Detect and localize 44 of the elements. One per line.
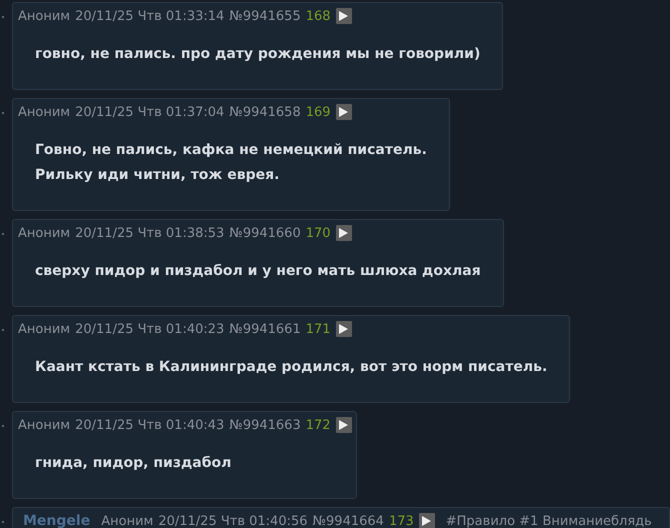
post-tag[interactable]: #Правило #1 Вниманиеблядь <box>446 514 652 528</box>
post-date: 20/11/25 Чтв 01:40:56 <box>158 514 308 528</box>
play-icon <box>422 516 432 526</box>
post-text: говно, не пались. про дату рождения мы не говорили) <box>35 45 480 64</box>
post-date: 20/11/25 Чтв 01:40:43 <box>75 418 224 432</box>
play-button[interactable] <box>336 417 352 433</box>
play-icon <box>339 107 348 117</box>
post-number[interactable]: №9941655 <box>229 8 301 24</box>
play-icon <box>339 324 348 334</box>
post-date: 20/11/25 Чтв 01:33:14 <box>75 8 224 24</box>
post-index: 171 <box>306 322 331 336</box>
post-author: Аноним <box>18 8 70 24</box>
play-button[interactable] <box>336 225 352 241</box>
post-index: 168 <box>306 8 331 24</box>
post-author: Аноним <box>18 418 70 432</box>
play-button[interactable] <box>336 8 352 24</box>
play-icon <box>339 11 348 21</box>
play-button[interactable] <box>336 321 352 337</box>
post-index: 173 <box>388 514 414 528</box>
post-author: Аноним <box>101 514 154 528</box>
post-index: 172 <box>306 418 331 432</box>
post-text: Рильку иди читни, тож еврея. <box>35 166 280 185</box>
play-button[interactable] <box>418 513 435 528</box>
post-text: Каант кстать в Калининграде родился, вот это норм писатель. <box>35 358 548 377</box>
play-icon <box>339 420 348 430</box>
post-number[interactable]: №9941660 <box>229 226 301 240</box>
post-number[interactable]: №9941664 <box>312 514 384 528</box>
post-index: 170 <box>306 226 331 240</box>
post-number[interactable]: №9941658 <box>229 104 301 120</box>
post-author: Аноним <box>18 104 70 120</box>
post-number[interactable]: №9941661 <box>229 322 301 336</box>
play-button[interactable] <box>336 104 352 120</box>
post-text: Говно, не пались, кафка не немецкий писатель. <box>35 141 427 160</box>
post-author: Аноним <box>18 322 70 336</box>
post-text: гнида, пидор, пиздабол <box>35 454 232 473</box>
post-date: 20/11/25 Чтв 01:37:04 <box>75 104 224 120</box>
post-date: 20/11/25 Чтв 01:38:53 <box>75 226 224 240</box>
post-date: 20/11/25 Чтв 01:40:23 <box>75 322 224 336</box>
play-icon <box>339 228 348 238</box>
post-author: Аноним <box>18 226 70 240</box>
post-text: сверху пидор и пиздабол и у него мать шлюха дохлая <box>35 262 481 281</box>
post-number[interactable]: №9941663 <box>229 418 301 432</box>
post-subject: Mengele <box>23 513 90 528</box>
post-index: 169 <box>306 104 331 120</box>
